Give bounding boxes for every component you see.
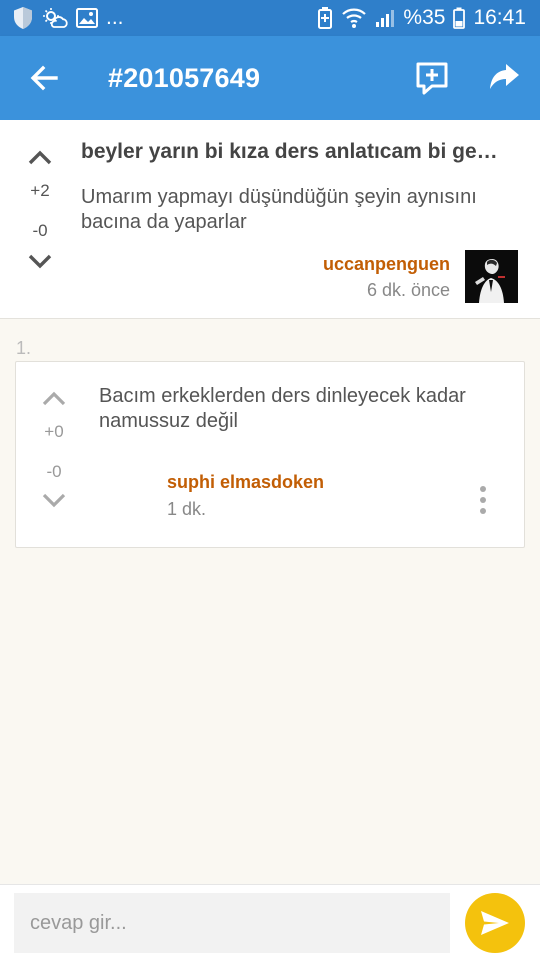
post-vote-column: +2 -0	[15, 148, 65, 271]
reply-index: 1.	[16, 338, 32, 358]
reply-input[interactable]	[14, 893, 450, 953]
battery-icon	[453, 7, 466, 29]
original-post: +2 -0 beyler yarın bi kıza ders anlatıca…	[0, 120, 540, 319]
post-title[interactable]: beyler yarın bi kıza ders anlatıcam bi g…	[81, 140, 527, 164]
chevron-down-icon[interactable]	[27, 253, 53, 271]
page-title: #201057649	[108, 63, 261, 93]
post-body: Umarım yapmayı düşündüğün şeyin aynısını…	[81, 186, 477, 233]
status-left: ...	[12, 6, 124, 30]
chevron-up-icon[interactable]	[27, 148, 53, 166]
send-icon	[481, 911, 509, 935]
more-notifications-indicator: ...	[106, 6, 124, 29]
arrow-left-icon	[30, 65, 58, 91]
reply-timestamp: 1 dk.	[167, 499, 207, 519]
send-button[interactable]	[465, 893, 525, 953]
more-vert-icon	[472, 482, 494, 514]
avatar-image	[465, 250, 518, 303]
post-upvote-count: +2	[30, 181, 50, 200]
add-comment-button[interactable]	[414, 60, 450, 96]
status-right: %35 16:41	[317, 6, 526, 30]
wifi-icon	[342, 8, 367, 28]
weather-icon	[43, 8, 68, 28]
reply-vote-column: +0 -0	[29, 389, 79, 510]
reply-body: Bacım erkeklerden ders dinleyecek kadar …	[99, 385, 466, 432]
status-bar: ... %35 16:41	[0, 0, 540, 36]
avatar[interactable]	[465, 250, 518, 303]
chevron-down-icon[interactable]	[41, 492, 67, 510]
shield-icon	[14, 7, 32, 29]
chevron-up-icon[interactable]	[41, 389, 67, 407]
share-button[interactable]	[486, 60, 522, 96]
signal-icon	[376, 10, 395, 27]
add-comment-icon	[416, 62, 448, 95]
post-author[interactable]: uccanpenguen	[323, 254, 450, 275]
battery-percent: %35	[403, 6, 446, 29]
app-bar: #201057649	[0, 36, 540, 120]
image-icon	[76, 8, 98, 28]
reply-downvote-count: -0	[46, 462, 62, 481]
share-icon	[490, 64, 519, 89]
more-options-button[interactable]	[472, 482, 494, 516]
reply-card: +0 -0 Bacım erkeklerden ders dinleyecek …	[15, 361, 525, 548]
post-timestamp: 6 dk. önce	[366, 280, 450, 300]
reply-upvote-count: +0	[44, 422, 64, 441]
battery-saver-icon	[318, 7, 333, 29]
reply-bar	[0, 884, 540, 960]
clock: 16:41	[473, 6, 526, 29]
post-downvote-count: -0	[32, 221, 48, 240]
reply-author[interactable]: suphi elmasdoken	[167, 472, 324, 493]
back-button[interactable]	[26, 60, 62, 96]
